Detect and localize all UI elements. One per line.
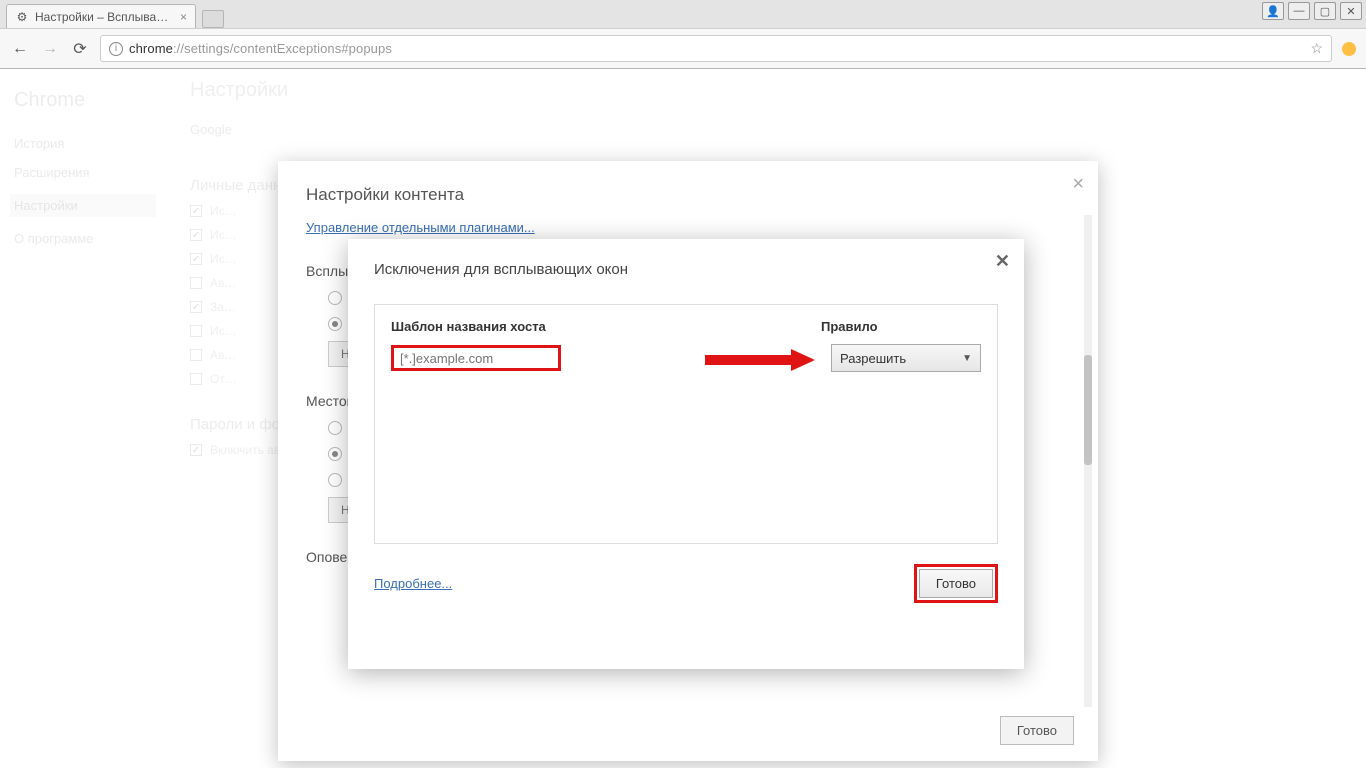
column-header-rule: Правило [821, 319, 981, 334]
scrollbar[interactable] [1084, 215, 1092, 707]
radio-icon [328, 421, 342, 435]
maximize-icon[interactable]: ▢ [1314, 2, 1336, 20]
manage-plugins-link[interactable]: Управление отдельными плагинами... [306, 220, 535, 235]
done-button-outer[interactable]: Готово [1000, 716, 1074, 745]
site-info-icon[interactable]: i [109, 42, 123, 56]
close-icon[interactable]: ✕ [995, 251, 1010, 272]
column-header-host: Шаблон названия хоста [391, 319, 821, 334]
popup-exceptions-modal: ✕ Исключения для всплывающих окон Шаблон… [348, 239, 1024, 669]
gear-icon: ⚙ [15, 10, 29, 24]
done-button[interactable]: Готово [919, 569, 993, 598]
host-pattern-input[interactable] [391, 345, 561, 371]
omnibox[interactable]: i chrome://settings/contentExceptions#po… [100, 35, 1332, 62]
annotation-arrow-icon [705, 349, 815, 371]
modal-title: Исключения для всплывающих окон [374, 261, 998, 278]
caret-down-icon: ▼ [962, 353, 972, 364]
tab-strip: ⚙ Настройки – Всплывающи × 👤 — ▢ ✕ [0, 0, 1366, 28]
reload-button[interactable]: ⟳ [70, 39, 90, 59]
close-window-icon[interactable]: ✕ [1340, 2, 1362, 20]
annotation-highlight: Готово [914, 564, 998, 603]
browser-tab[interactable]: ⚙ Настройки – Всплывающи × [6, 4, 196, 28]
bookmark-star-icon[interactable]: ☆ [1310, 40, 1323, 57]
close-icon[interactable]: × [1072, 173, 1084, 196]
address-bar: ← → ⟳ i chrome://settings/contentExcepti… [0, 28, 1366, 68]
minimize-icon[interactable]: — [1288, 2, 1310, 20]
window-controls: 👤 — ▢ ✕ [1262, 2, 1362, 20]
tab-title: Настройки – Всплывающи [35, 10, 174, 24]
radio-icon [328, 447, 342, 461]
modal-title: Настройки контента [306, 185, 1070, 205]
radio-icon [328, 317, 342, 331]
back-button[interactable]: ← [10, 39, 30, 59]
forward-button[interactable]: → [40, 39, 60, 59]
close-tab-icon[interactable]: × [180, 10, 187, 24]
exceptions-table: Шаблон названия хоста Правило Разрешить … [374, 304, 998, 544]
new-tab-button[interactable] [202, 10, 224, 28]
radio-icon [328, 291, 342, 305]
user-icon[interactable]: 👤 [1262, 2, 1284, 20]
learn-more-link[interactable]: Подробнее... [374, 576, 452, 591]
radio-icon [328, 473, 342, 487]
url-text: chrome://settings/contentExceptions#popu… [129, 41, 1304, 56]
extension-icon[interactable] [1342, 42, 1356, 56]
rule-select-value: Разрешить [840, 351, 906, 366]
rule-select[interactable]: Разрешить ▼ [831, 344, 981, 372]
scrollbar-thumb[interactable] [1084, 355, 1092, 465]
